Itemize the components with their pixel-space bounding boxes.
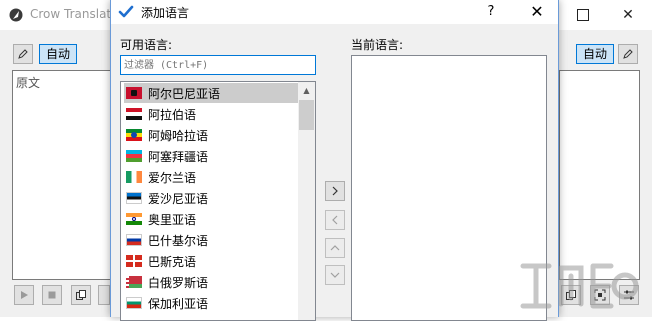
- list-item[interactable]: 巴斯克语: [124, 251, 299, 271]
- chevron-right-icon: [332, 186, 338, 196]
- scroll-up-icon[interactable]: ▲: [298, 82, 315, 99]
- translation-text-area[interactable]: [559, 70, 640, 280]
- close-icon: ✕: [530, 1, 544, 21]
- language-name: 巴斯克语: [148, 254, 197, 269]
- chevron-left-icon: [332, 215, 338, 225]
- main-window-title: Crow Translat: [30, 7, 112, 21]
- list-item[interactable]: 阿姆哈拉语: [124, 125, 299, 145]
- list-item[interactable]: 保加利亚语: [124, 293, 299, 313]
- pencil-icon: [623, 49, 633, 59]
- russia-flag-icon: [126, 234, 142, 246]
- scroll-thumb[interactable]: [299, 100, 314, 130]
- edit-right-button[interactable]: [618, 44, 638, 64]
- list-item[interactable]: 阿尔巴尼亚语: [124, 83, 299, 103]
- azerbaijan-flag-icon: [126, 150, 142, 162]
- copy-source-button[interactable]: [71, 285, 91, 305]
- basque-flag-icon: [126, 255, 142, 267]
- dialog-title: 添加语言: [141, 6, 190, 20]
- help-icon: ?: [487, 3, 495, 19]
- play-icon: [21, 291, 28, 299]
- language-name: 白俄罗斯语: [148, 275, 209, 290]
- available-languages-label: 可用语言:: [120, 38, 173, 52]
- estonia-flag-icon: [126, 192, 142, 204]
- copy-icon: [76, 290, 86, 300]
- language-name: 爱沙尼亚语: [148, 191, 209, 206]
- language-name: 巴什基尔语: [148, 233, 209, 248]
- source-auto-button[interactable]: 自动: [39, 44, 78, 64]
- bulgaria-flag-icon: [126, 297, 142, 309]
- chevron-down-icon: [330, 272, 340, 278]
- list-scrollbar[interactable]: ▲: [298, 82, 315, 320]
- india-flag-icon: [126, 213, 142, 225]
- ireland-flag-icon: [126, 171, 142, 183]
- move-down-button[interactable]: [325, 265, 345, 285]
- belarus-flag-icon: [126, 276, 142, 288]
- maximize-icon: [577, 9, 589, 21]
- filter-input[interactable]: [120, 55, 316, 75]
- close-icon: ✕: [622, 7, 634, 23]
- add-language-dialog: 添加语言 ? ✕ 可用语言: 当前语言: 阿尔巴尼亚语 阿拉伯语 阿姆哈拉语 阿…: [110, 0, 559, 321]
- pencil-icon: [18, 49, 28, 59]
- list-item[interactable]: 爱尔兰语: [124, 167, 299, 187]
- language-name: 阿拉伯语: [148, 107, 197, 122]
- maximize-button[interactable]: [563, 0, 603, 30]
- language-name: 阿塞拜疆语: [148, 149, 209, 164]
- list-item[interactable]: 爱沙尼亚语: [124, 188, 299, 208]
- language-name: 保加利亚语: [148, 296, 209, 311]
- dialog-close-button[interactable]: ✕: [523, 0, 551, 22]
- dialog-titlebar: 添加语言 ? ✕: [111, 0, 558, 24]
- albania-flag-icon: [126, 87, 142, 99]
- list-item[interactable]: 白俄罗斯语: [124, 272, 299, 292]
- egypt-flag-icon: [126, 108, 142, 120]
- remove-language-button[interactable]: [325, 210, 345, 230]
- add-language-button[interactable]: [325, 181, 345, 201]
- list-item[interactable]: 巴什基尔语: [124, 230, 299, 250]
- clear-source-button[interactable]: [98, 285, 110, 305]
- source-placeholder: 原文: [16, 76, 41, 90]
- language-name: 奥里亚语: [148, 212, 197, 227]
- crow-logo-icon: [9, 8, 23, 22]
- list-item[interactable]: 奥里亚语: [124, 209, 299, 229]
- chevron-up-icon: [330, 245, 340, 251]
- ethiopia-flag-icon: [126, 129, 142, 141]
- language-name: 阿尔巴尼亚语: [148, 86, 221, 101]
- language-name: 爱尔兰语: [148, 170, 197, 185]
- language-name: 阿姆哈拉语: [148, 128, 209, 143]
- play-source-button[interactable]: [14, 285, 34, 305]
- available-languages-list[interactable]: 阿尔巴尼亚语 阿拉伯语 阿姆哈拉语 阿塞拜疆语 爱尔兰语 爱沙尼亚语 奥里亚语: [120, 81, 316, 321]
- move-up-button[interactable]: [325, 238, 345, 258]
- list-item[interactable]: 阿拉伯语: [124, 104, 299, 124]
- target-auto-button[interactable]: 自动: [576, 44, 615, 64]
- list-item[interactable]: 阿塞拜疆语: [124, 146, 299, 166]
- source-text-area[interactable]: 原文: [12, 70, 112, 280]
- edit-left-button[interactable]: [13, 44, 33, 64]
- checkmark-icon: [118, 5, 134, 18]
- current-languages-label: 当前语言:: [351, 38, 404, 52]
- help-button[interactable]: ?: [477, 0, 505, 22]
- main-close-button[interactable]: ✕: [608, 0, 648, 30]
- watermark-logo: [520, 263, 639, 309]
- stop-icon: [48, 291, 56, 299]
- stop-source-button[interactable]: [42, 285, 62, 305]
